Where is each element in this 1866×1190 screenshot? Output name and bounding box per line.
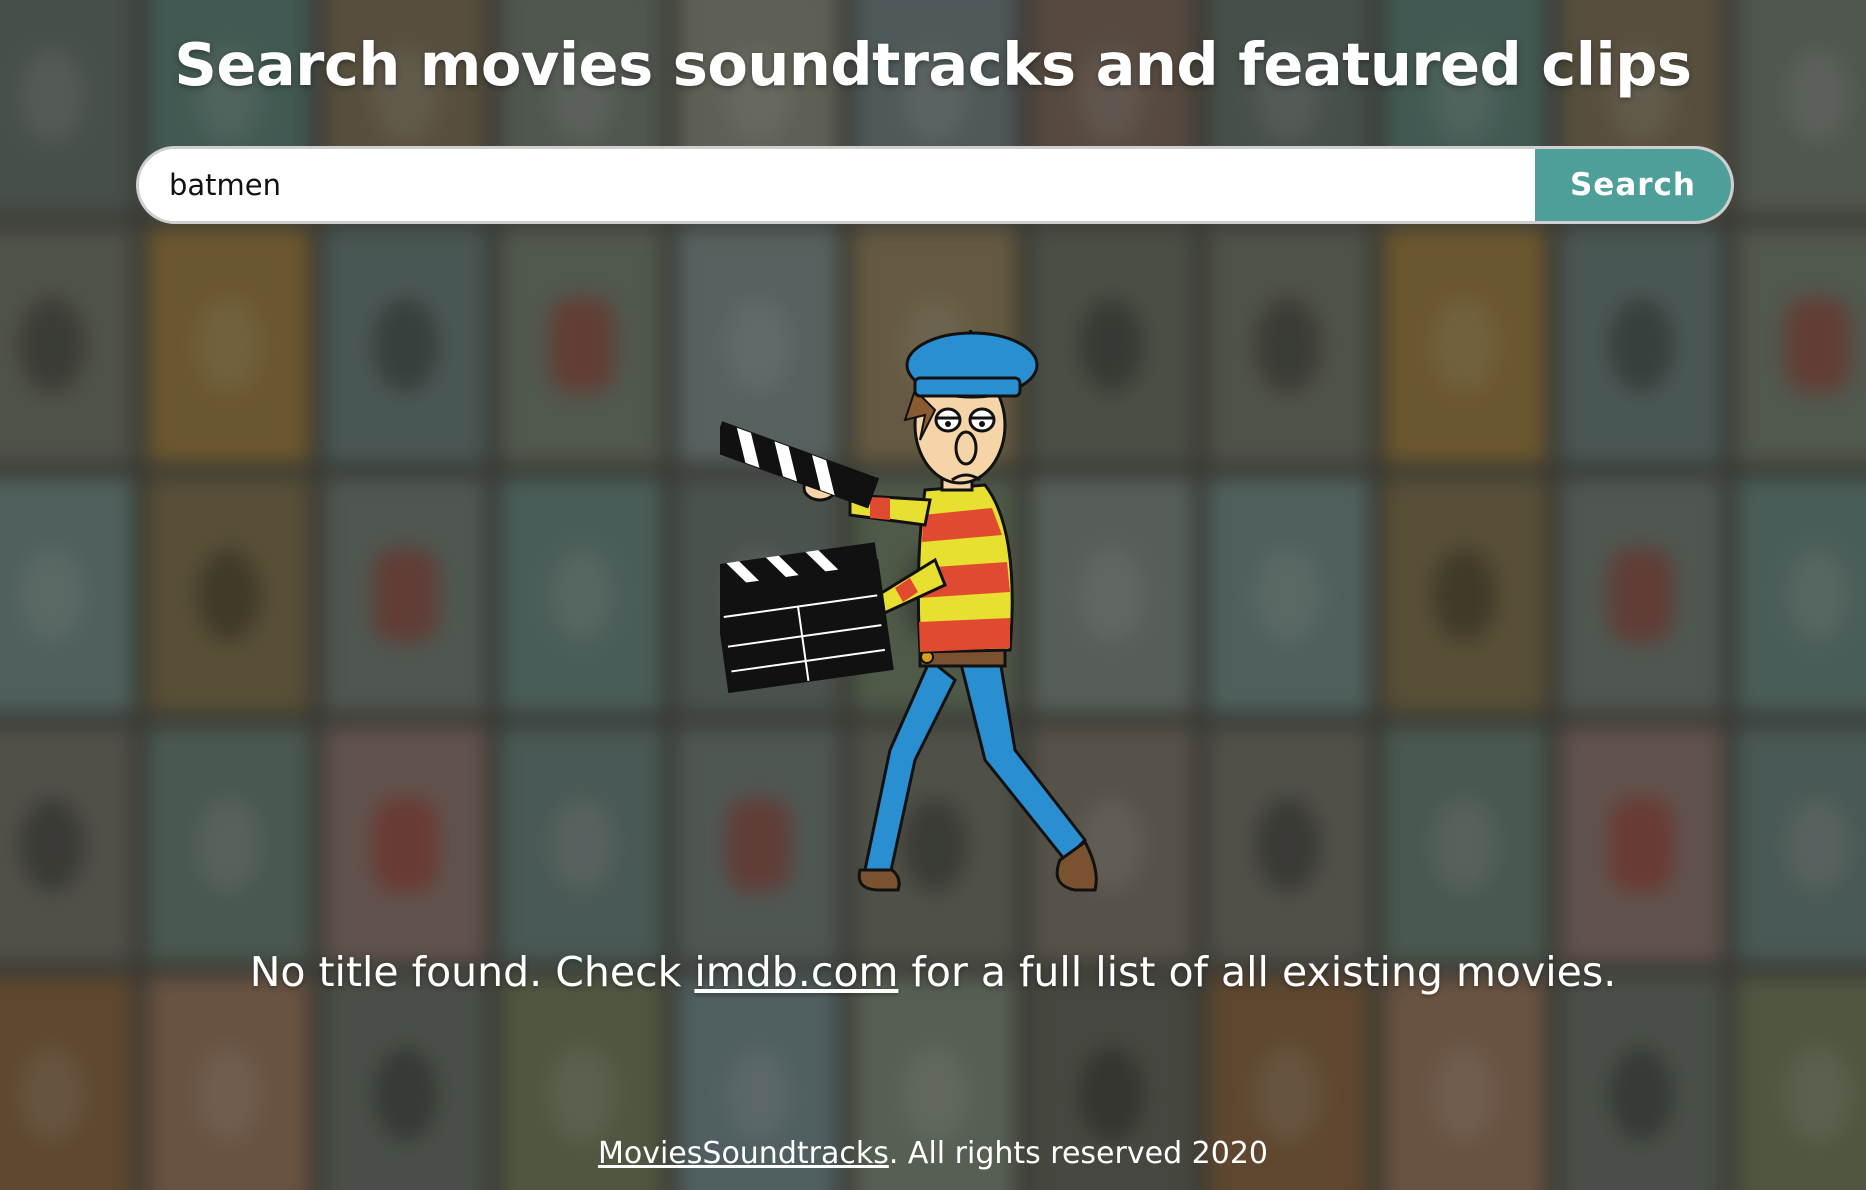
page: Search movies soundtracks and featured c… — [0, 0, 1866, 1190]
page-title: Search movies soundtracks and featured c… — [174, 30, 1692, 99]
message-suffix: for a full list of all existing movies. — [898, 948, 1617, 996]
message-prefix: No title found. Check — [249, 948, 695, 996]
director-with-clapperboard-illustration — [720, 330, 1098, 892]
search-form: Search — [136, 146, 1734, 224]
footer-brand-link[interactable]: MoviesSoundtracks — [598, 1136, 889, 1171]
footer: MoviesSoundtracks. All rights reserved 2… — [0, 1136, 1866, 1171]
footer-rights-text: . All rights reserved 2020 — [888, 1136, 1268, 1171]
no-title-found-message: No title found. Check imdb.com for a ful… — [0, 948, 1866, 996]
imdb-link[interactable]: imdb.com — [694, 948, 898, 996]
search-button[interactable]: Search — [1535, 149, 1731, 221]
search-input[interactable] — [139, 149, 1535, 221]
